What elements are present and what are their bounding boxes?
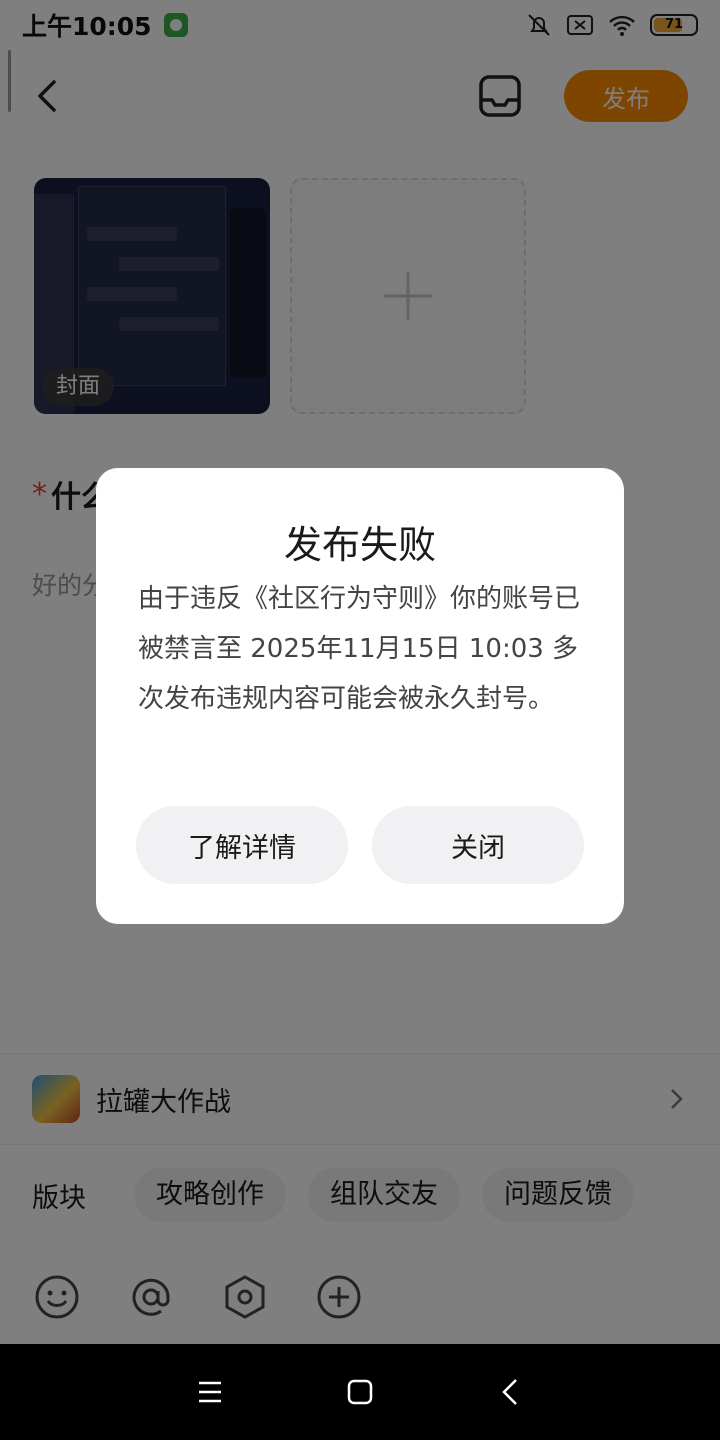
- home-square-icon[interactable]: [342, 1374, 378, 1410]
- back-chevron-icon[interactable]: [494, 1374, 530, 1410]
- dialog-message: 由于违反《社区行为守则》你的账号已被禁言至 2025年11月15日 10:03 …: [138, 584, 581, 714]
- publish-failed-dialog: 发布失败 由于违反《社区行为守则》你的账号已被禁言至 2025年11月15日 1…: [96, 468, 624, 924]
- system-nav-bar: [0, 1344, 720, 1440]
- learn-more-button[interactable]: 了解详情: [136, 806, 348, 884]
- close-button[interactable]: 关闭: [372, 806, 584, 884]
- menu-icon[interactable]: [192, 1374, 228, 1410]
- dialog-title: 发布失败: [283, 523, 436, 567]
